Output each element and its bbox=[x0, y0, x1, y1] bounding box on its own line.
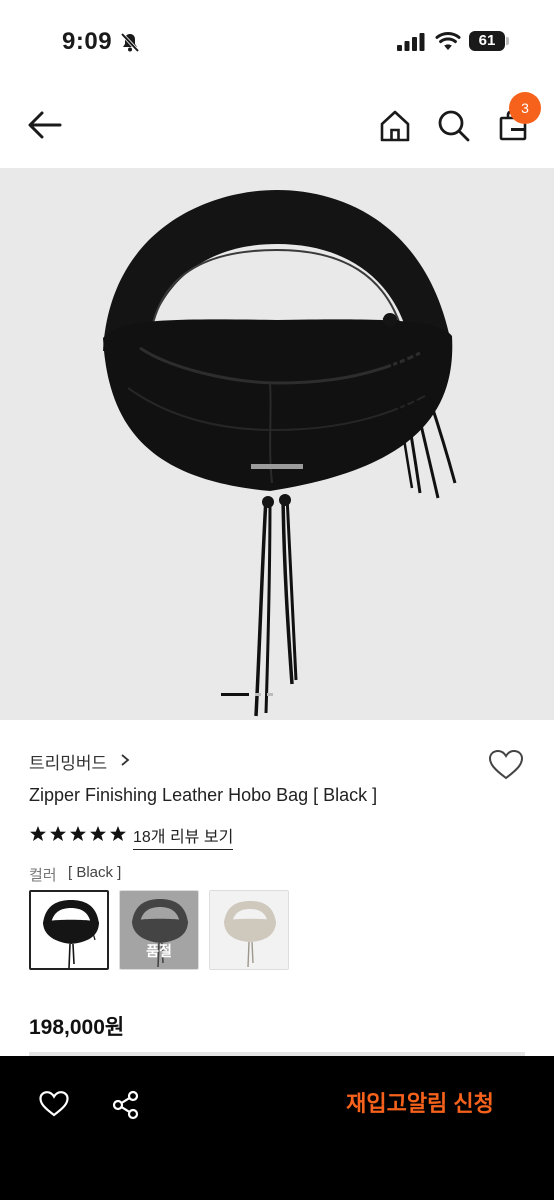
share-button[interactable] bbox=[111, 1090, 141, 1125]
search-icon bbox=[438, 110, 470, 142]
carousel-indicator bbox=[221, 684, 277, 702]
bottom-action-bar: 재입고알림 신청 bbox=[0, 1056, 554, 1200]
search-button[interactable] bbox=[437, 109, 471, 148]
battery-icon: 61 bbox=[469, 31, 505, 51]
cellular-signal-icon bbox=[397, 33, 425, 56]
restock-alert-button[interactable]: 재입고알림 신청 bbox=[300, 1084, 540, 1124]
back-button[interactable] bbox=[26, 108, 64, 147]
heart-icon bbox=[39, 1091, 69, 1117]
nav-header: 3 bbox=[0, 84, 554, 168]
wishlist-button[interactable] bbox=[488, 749, 524, 786]
review-link[interactable]: 18개 리뷰 보기 bbox=[133, 823, 234, 850]
cart-count-badge: 3 bbox=[509, 92, 541, 124]
battery-cap bbox=[506, 37, 509, 45]
swatch-silver[interactable] bbox=[209, 890, 289, 970]
soldout-label: 품절 bbox=[146, 943, 172, 959]
status-time: 9:09 bbox=[62, 28, 113, 55]
black-bag-thumbnail bbox=[31, 892, 107, 968]
home-icon bbox=[380, 110, 410, 142]
product-price: 198,000원 bbox=[29, 1016, 125, 1039]
home-button[interactable] bbox=[379, 109, 411, 148]
hobo-bag-image bbox=[103, 190, 457, 717]
brand-link[interactable]: 트리밍버드 bbox=[29, 749, 107, 774]
chevron-right-icon[interactable] bbox=[120, 753, 130, 772]
status-bar: 9:09 61 bbox=[0, 0, 554, 84]
product-image-carousel[interactable] bbox=[0, 168, 554, 720]
swatch-black[interactable] bbox=[29, 890, 109, 970]
heart-icon bbox=[488, 749, 524, 780]
wishlist-bottom-button[interactable] bbox=[38, 1090, 70, 1123]
product-title: Zipper Finishing Leather Hobo Bag [ Blac… bbox=[29, 785, 378, 805]
color-option-value: [ Black ] bbox=[68, 864, 122, 881]
silver-bag-thumbnail bbox=[210, 891, 288, 969]
bell-off-icon bbox=[119, 31, 141, 58]
share-icon bbox=[112, 1090, 139, 1120]
battery-level-text: 61 bbox=[478, 32, 496, 49]
color-option-label: 컬러 bbox=[29, 867, 57, 884]
wifi-icon bbox=[435, 31, 461, 56]
arrow-left-icon bbox=[28, 111, 62, 139]
swatch-dark-grey[interactable]: 품절 bbox=[119, 890, 199, 970]
star-rating-icon bbox=[29, 825, 127, 848]
